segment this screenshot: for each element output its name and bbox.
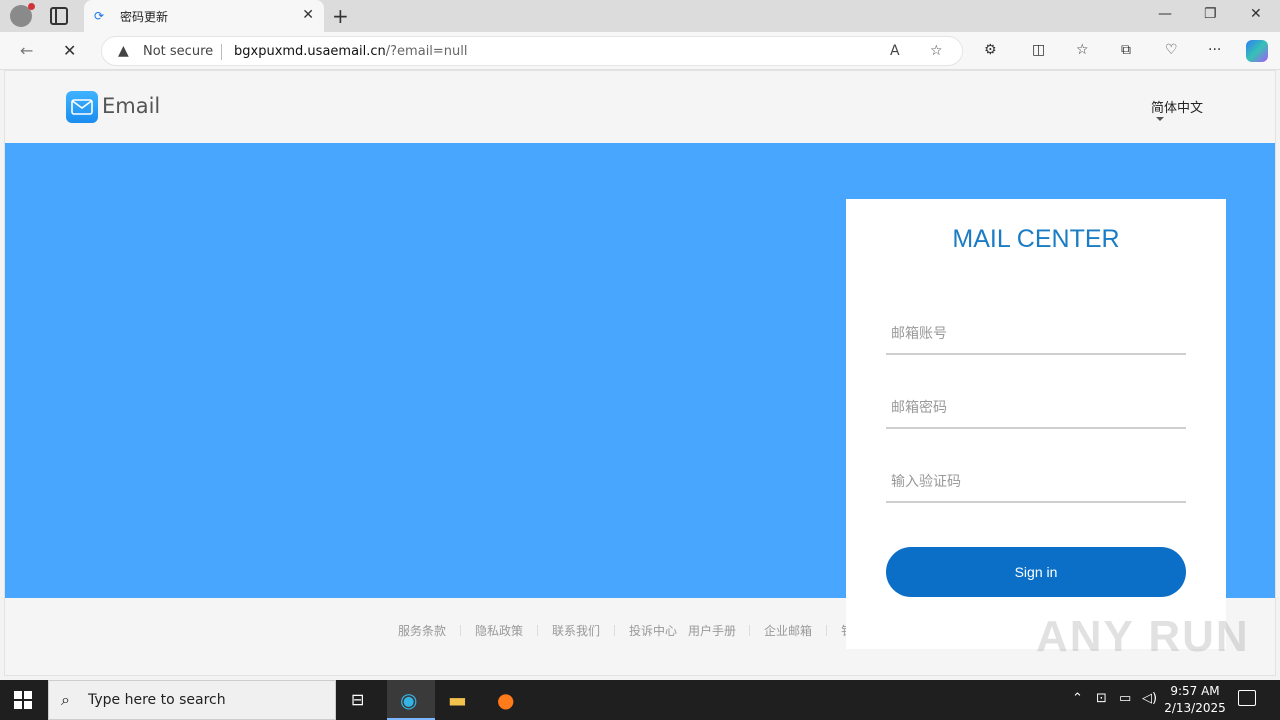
- restore-icon[interactable]: ❐: [1204, 6, 1217, 22]
- taskbar-search-box[interactable]: ⌕ Type here to search: [48, 680, 336, 720]
- collections-icon[interactable]: ⧉: [1121, 42, 1131, 58]
- url-host: bgxpuxmd.usaemail.cn: [234, 44, 386, 59]
- search-icon: ⌕: [61, 690, 70, 709]
- favorite-star-icon[interactable]: ☆: [930, 43, 943, 59]
- sign-in-button[interactable]: Sign in: [886, 547, 1186, 597]
- taskbar: ⌕ Type here to search ⊟ ◉ ▬ ● ⌃ ⊡ ▭ ◁) 9…: [0, 680, 1280, 720]
- read-aloud-icon[interactable]: A: [890, 43, 900, 59]
- footer-divider: [460, 625, 461, 636]
- url-path: /?email=null: [385, 44, 468, 59]
- footer-link-enterprise[interactable]: 企业邮箱: [764, 622, 812, 639]
- footer-link-manual[interactable]: 用户手册: [688, 622, 736, 639]
- logo-text: Email: [102, 94, 161, 118]
- tab-title: 密码更新: [120, 10, 169, 24]
- more-menu-icon[interactable]: ···: [1208, 42, 1221, 58]
- footer-divider: [826, 625, 827, 636]
- footer-divider: [749, 625, 750, 636]
- footer-link-contact[interactable]: 联系我们: [552, 622, 600, 639]
- divider: [221, 44, 222, 60]
- taskbar-clock[interactable]: 9:57 AM 2/13/2025: [1160, 683, 1230, 717]
- extensions-icon[interactable]: ⚙: [984, 42, 997, 58]
- minimize-icon[interactable]: —: [1158, 6, 1172, 22]
- login-title: MAIL CENTER: [952, 225, 1120, 253]
- close-window-icon[interactable]: ✕: [1250, 6, 1262, 22]
- profile-icon[interactable]: [10, 3, 35, 27]
- browser-essentials-icon[interactable]: ♡: [1165, 42, 1178, 58]
- footer-divider: [614, 625, 615, 636]
- loading-icon: ⟳: [94, 9, 105, 23]
- url[interactable]: bgxpuxmd.usaemail.cn/?email=null: [234, 44, 468, 59]
- web-page: Email 简体中文 服务条款 隐私政策 联系我们 投诉中心 用户手册 企业邮箱…: [4, 70, 1276, 676]
- email-account-field[interactable]: [886, 315, 1186, 355]
- warning-icon[interactable]: ▲: [118, 43, 129, 59]
- stop-loading-icon[interactable]: ✕: [63, 41, 76, 60]
- edge-taskbar-icon[interactable]: ◉: [387, 680, 435, 720]
- login-panel: MAIL CENTER Sign in: [846, 199, 1226, 649]
- new-tab-icon[interactable]: +: [332, 4, 349, 28]
- close-tab-icon[interactable]: ✕: [302, 7, 314, 23]
- language-selector[interactable]: 简体中文: [1151, 97, 1203, 116]
- copilot-icon[interactable]: [1246, 40, 1268, 62]
- favorites-icon[interactable]: ☆: [1076, 42, 1089, 58]
- footer-divider: [537, 625, 538, 636]
- network-icon[interactable]: ▭: [1119, 691, 1131, 706]
- browser-tab-bar: ⟳ 密码更新 ✕ + — ❐ ✕: [0, 0, 1280, 32]
- tray-expand-icon[interactable]: ⌃: [1072, 691, 1083, 706]
- windows-start-icon[interactable]: [14, 691, 32, 709]
- clock-time: 9:57 AM: [1170, 684, 1220, 698]
- back-icon[interactable]: ←: [20, 41, 33, 60]
- address-bar[interactable]: ▲ Not secure bgxpuxmd.usaemail.cn/?email…: [101, 36, 963, 66]
- clock-date: 2/13/2025: [1164, 701, 1226, 715]
- security-label[interactable]: Not secure: [143, 44, 213, 59]
- firefox-icon[interactable]: ●: [484, 680, 532, 720]
- file-explorer-icon[interactable]: ▬: [435, 680, 483, 720]
- footer-link-complaints[interactable]: 投诉中心: [629, 622, 677, 639]
- footer-link-terms[interactable]: 服务条款: [398, 622, 446, 639]
- captcha-field[interactable]: [886, 463, 1186, 503]
- browser-tab[interactable]: ⟳ 密码更新 ✕: [84, 0, 324, 32]
- search-placeholder: Type here to search: [88, 692, 226, 708]
- meet-now-icon[interactable]: ⊡: [1096, 691, 1107, 706]
- notification-center-icon[interactable]: [1238, 690, 1256, 706]
- address-bar-row: ← ✕ ▲ Not secure bgxpuxmd.usaemail.cn/?e…: [0, 32, 1280, 70]
- tab-actions-icon[interactable]: [50, 7, 68, 25]
- email-password-field[interactable]: [886, 389, 1186, 429]
- site-header: Email 简体中文: [5, 71, 1275, 143]
- mail-logo-icon: [66, 91, 98, 123]
- chevron-down-icon[interactable]: [1156, 117, 1164, 121]
- footer-link-privacy[interactable]: 隐私政策: [475, 622, 523, 639]
- volume-icon[interactable]: ◁): [1142, 691, 1157, 706]
- anyrun-watermark: ANY RUN: [1036, 612, 1250, 661]
- split-screen-icon[interactable]: ◫: [1032, 42, 1045, 58]
- task-view-icon[interactable]: ⊟: [336, 680, 384, 720]
